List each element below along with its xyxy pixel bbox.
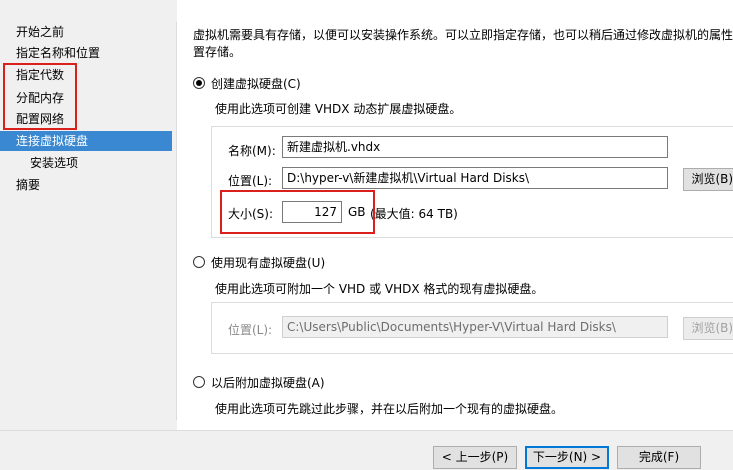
disk-location-label: 位置(L): bbox=[228, 174, 273, 188]
previous-button[interactable]: < 上一步(P) bbox=[433, 446, 517, 469]
existing-location-label: 位置(L): bbox=[228, 323, 273, 337]
size-highlight-box bbox=[220, 190, 375, 234]
nav-item-before-you-begin[interactable]: 开始之前 bbox=[0, 22, 172, 42]
nav-item-name-and-location[interactable]: 指定名称和位置 bbox=[0, 43, 172, 63]
nav-item-summary[interactable]: 摘要 bbox=[0, 175, 172, 195]
existing-disk-radio[interactable] bbox=[193, 256, 205, 268]
disk-name-label: 名称(M): bbox=[228, 144, 276, 158]
existing-disk-label[interactable]: 使用现有虚拟硬盘(U) bbox=[211, 254, 325, 271]
footer-divider bbox=[0, 430, 733, 431]
browse-existing-button[interactable]: 浏览(B)... bbox=[683, 317, 733, 340]
disk-size-max: (最大值: 64 TB) bbox=[370, 207, 458, 221]
create-disk-radio[interactable] bbox=[193, 77, 205, 89]
browse-location-button[interactable]: 浏览(B)... bbox=[683, 168, 733, 191]
finish-button[interactable]: 完成(F) bbox=[617, 446, 701, 469]
attach-later-description: 使用此选项可先跳过此步骤，并在以后附加一个现有的虚拟硬盘。 bbox=[215, 402, 564, 416]
intro-text-line2: 置存储。 bbox=[193, 45, 242, 59]
attach-later-radio[interactable] bbox=[193, 376, 205, 388]
existing-location-input[interactable]: C:\Users\Public\Documents\Hyper-V\Virtua… bbox=[282, 316, 668, 338]
wizard-content: 虚拟机需要具有存储，以便可以安装操作系统。可以立即指定存储，也可以稍后通过修改虚… bbox=[177, 0, 733, 430]
existing-disk-description: 使用此选项可附加一个 VHD 或 VHDX 格式的现有虚拟硬盘。 bbox=[215, 282, 544, 296]
intro-text-line1: 虚拟机需要具有存储，以便可以安装操作系统。可以立即指定存储，也可以稍后通过修改虚… bbox=[193, 28, 733, 42]
nav-item-connect-virtual-hard-disk[interactable]: 连接虚拟硬盘 bbox=[0, 131, 172, 151]
disk-location-input[interactable]: D:\hyper-v\新建虚拟机\Virtual Hard Disks\ bbox=[282, 167, 668, 189]
create-disk-label[interactable]: 创建虚拟硬盘(C) bbox=[211, 75, 301, 92]
sidebar-highlight-box bbox=[3, 63, 77, 130]
next-button[interactable]: 下一步(N) > bbox=[525, 446, 609, 469]
attach-later-label[interactable]: 以后附加虚拟硬盘(A) bbox=[211, 374, 325, 391]
nav-item-installation-options[interactable]: 安装选项 bbox=[0, 153, 172, 173]
disk-name-input[interactable]: 新建虚拟机.vhdx bbox=[282, 136, 668, 158]
create-disk-description: 使用此选项可创建 VHDX 动态扩展虚拟硬盘。 bbox=[215, 102, 462, 116]
